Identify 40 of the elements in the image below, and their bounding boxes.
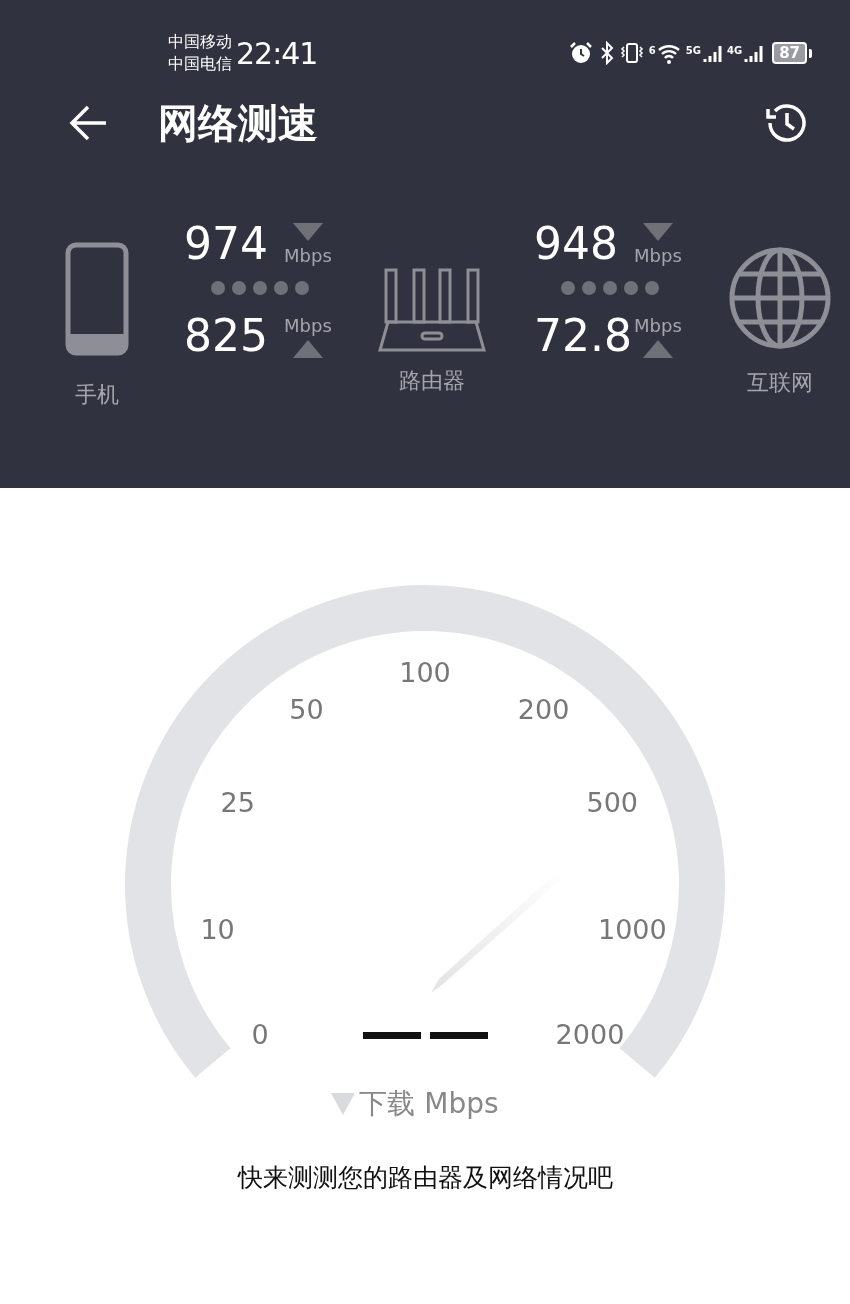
scale-label: 25	[220, 786, 255, 818]
network-label: 5G	[685, 45, 701, 56]
gauge-unit-label: 下载 Mbps	[359, 1086, 499, 1122]
scale-label: 50	[289, 693, 324, 725]
network-label: 6	[648, 45, 656, 56]
globe-icon	[728, 246, 832, 350]
page-title: 网络测速	[158, 98, 318, 148]
scale-label: 10	[200, 913, 235, 945]
upload-arrow-icon	[642, 339, 673, 358]
upload-speed: 72.8	[534, 309, 633, 363]
upload-arrow-icon	[292, 339, 323, 358]
carrier-name: 中国电信	[168, 53, 232, 75]
speed-unit: Mbps	[634, 244, 682, 266]
device-label: 互联网	[747, 369, 813, 397]
network-label: 4G	[726, 45, 743, 56]
router-icon	[376, 268, 488, 354]
download-speed: 948	[534, 217, 619, 271]
scale-label: 1000	[598, 913, 667, 945]
battery-level: 87	[772, 42, 807, 64]
speed-unit: Mbps	[284, 244, 332, 266]
speed-unit: Mbps	[284, 314, 332, 336]
scale-label: 500	[586, 786, 639, 818]
scale-label: 0	[251, 1018, 269, 1050]
vibrate-icon	[619, 41, 644, 65]
carrier-name: 中国移动	[168, 31, 232, 53]
download-arrow-icon	[642, 222, 673, 241]
status-time: 22:41	[236, 35, 318, 71]
download-arrow-icon	[292, 222, 323, 241]
scale-label: 100	[399, 656, 451, 688]
phone-icon	[65, 242, 129, 356]
device-label: 手机	[75, 381, 119, 409]
scale-label: 200	[517, 693, 570, 725]
speed-unit: Mbps	[634, 314, 682, 336]
scale-label: 2000	[555, 1018, 625, 1050]
bluetooth-icon	[598, 41, 615, 65]
device-label: 路由器	[399, 367, 465, 395]
hint-text: 快来测测您的路由器及网络情况吧	[236, 1162, 614, 1194]
download-speed: 974	[184, 217, 269, 271]
download-arrow-icon	[331, 1093, 356, 1115]
upload-speed: 825	[184, 309, 269, 363]
